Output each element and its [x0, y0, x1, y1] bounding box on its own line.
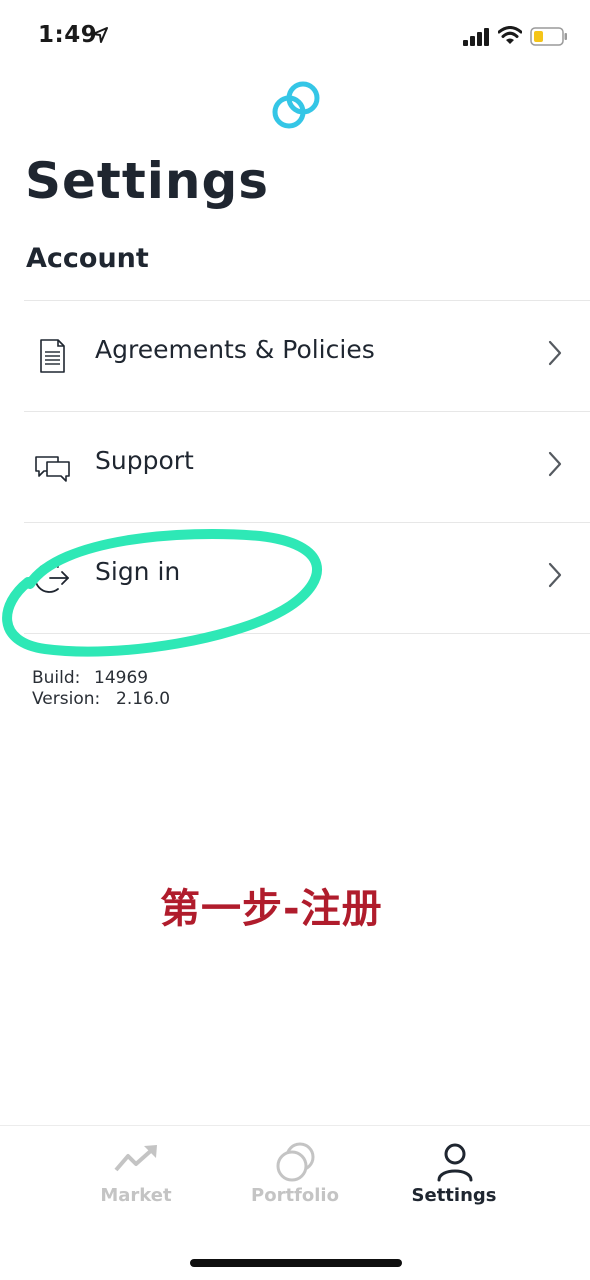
build-value: 14969 [94, 668, 149, 688]
tab-settings-label: Settings [411, 1185, 497, 1206]
gemini-logo-icon [270, 81, 322, 133]
battery-low-icon [530, 27, 568, 50]
agreements-policies-row[interactable]: Agreements & Policies [24, 301, 590, 412]
sign-in-icon [32, 558, 72, 598]
trending-up-icon [114, 1142, 160, 1178]
tab-settings[interactable]: Settings [379, 1126, 529, 1236]
version-value: 2.16.0 [116, 689, 171, 709]
sign-in-label: Sign in [95, 557, 181, 586]
build-label: Build: [32, 668, 81, 688]
tab-market-label: Market [100, 1185, 172, 1206]
document-icon [32, 336, 72, 376]
cellular-signal-icon [463, 28, 491, 50]
version-line: Version: 2.16.0 [32, 689, 170, 710]
status-bar: 1:49 [0, 0, 590, 72]
person-icon [432, 1142, 478, 1186]
version-label: Version: [32, 689, 101, 709]
portfolio-circles-icon [273, 1142, 319, 1186]
chat-bubbles-icon [32, 447, 72, 487]
location-arrow-icon [92, 27, 108, 47]
tab-market[interactable]: Market [61, 1126, 211, 1236]
annotation-text: 第一步-注册 [160, 886, 383, 932]
build-line: Build: 14969 [32, 668, 170, 689]
tab-portfolio[interactable]: Portfolio [220, 1126, 370, 1236]
support-label: Support [95, 446, 194, 475]
tab-bar: Market Portfolio Settings [0, 1125, 590, 1236]
chevron-right-icon [546, 560, 564, 594]
sign-in-row[interactable]: Sign in [24, 523, 590, 634]
agreements-policies-label: Agreements & Policies [95, 335, 375, 364]
chevron-right-icon [546, 449, 564, 483]
chevron-right-icon [546, 338, 564, 372]
build-info: Build: 14969 Version: 2.16.0 [32, 668, 170, 710]
tab-portfolio-label: Portfolio [251, 1185, 339, 1206]
home-indicator [190, 1259, 402, 1267]
support-row[interactable]: Support [24, 412, 590, 523]
status-time: 1:49 [38, 22, 98, 48]
page-title: Settings [25, 152, 270, 210]
wifi-icon [497, 26, 523, 49]
section-heading-account: Account [26, 243, 149, 274]
settings-list: Agreements & Policies Support Sign in [24, 300, 590, 634]
